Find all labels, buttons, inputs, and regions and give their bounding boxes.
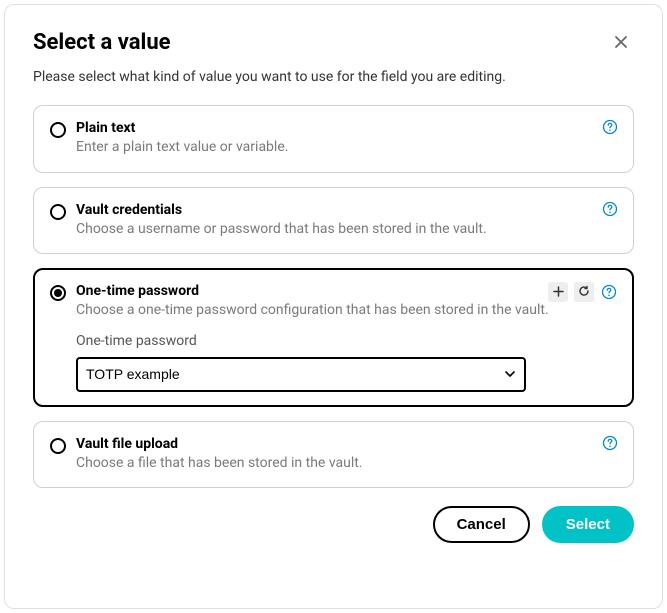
modal-header: Select a value	[33, 29, 634, 55]
select-value-modal: Select a value Please select what kind o…	[4, 4, 663, 609]
option-title-vault-credentials: Vault credentials	[76, 202, 617, 218]
option-vault-credentials[interactable]: Vault credentials Choose a username or p…	[33, 187, 634, 255]
radio-vault-credentials[interactable]	[50, 204, 66, 220]
help-icon[interactable]	[601, 118, 619, 136]
option-vault-file[interactable]: Vault file upload Choose a file that has…	[33, 421, 634, 489]
modal-footer: Cancel Select	[33, 506, 634, 543]
refresh-icon	[578, 285, 590, 300]
close-button[interactable]	[608, 29, 634, 55]
help-icon[interactable]	[601, 200, 619, 218]
option-desc-otp: Choose a one-time password configuration…	[76, 301, 617, 321]
cancel-button[interactable]: Cancel	[433, 506, 530, 543]
radio-plain-text[interactable]	[50, 122, 66, 138]
option-otp[interactable]: One-time password Choose a one-time pass…	[33, 268, 634, 407]
modal-title: Select a value	[33, 30, 171, 55]
otp-field-label: One-time password	[76, 333, 617, 349]
option-desc-vault-credentials: Choose a username or password that has b…	[76, 220, 617, 240]
otp-select-wrap[interactable]: TOTP example	[76, 357, 526, 392]
option-desc-vault-file: Choose a file that has been stored in th…	[76, 454, 617, 474]
close-icon	[612, 39, 630, 54]
help-icon[interactable]	[601, 434, 619, 452]
add-button[interactable]	[548, 282, 568, 302]
chevron-down-icon	[504, 365, 516, 384]
option-desc-plain-text: Enter a plain text value or variable.	[76, 138, 617, 158]
select-button[interactable]: Select	[542, 506, 634, 543]
otp-select[interactable]: TOTP example	[86, 366, 504, 382]
option-plain-text[interactable]: Plain text Enter a plain text value or v…	[33, 105, 634, 173]
radio-otp[interactable]	[50, 285, 66, 301]
option-title-plain-text: Plain text	[76, 120, 617, 136]
refresh-button[interactable]	[574, 282, 594, 302]
modal-subtitle: Please select what kind of value you wan…	[33, 69, 634, 85]
otp-form: One-time password TOTP example	[76, 333, 617, 392]
option-title-vault-file: Vault file upload	[76, 436, 617, 452]
help-icon[interactable]	[600, 283, 618, 301]
plus-icon	[553, 285, 564, 300]
radio-vault-file[interactable]	[50, 438, 66, 454]
option-title-otp: One-time password	[76, 283, 617, 299]
